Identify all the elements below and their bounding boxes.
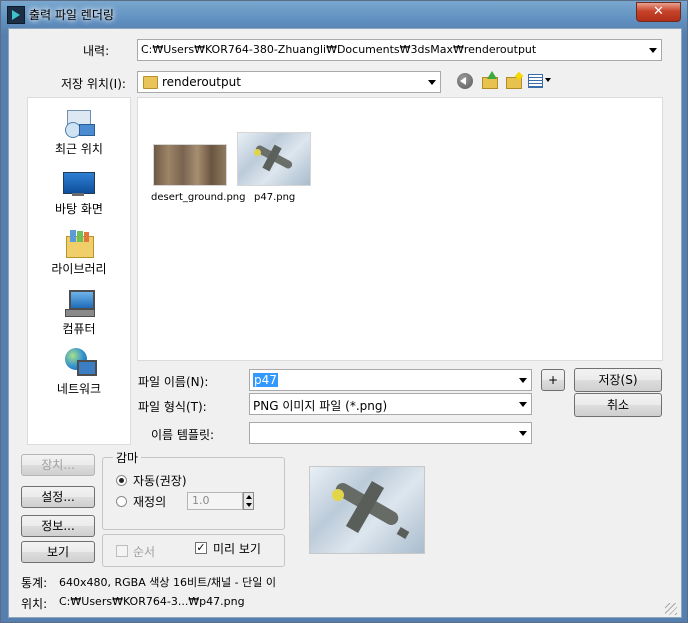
file-thumbnail — [237, 132, 311, 186]
history-combo[interactable]: C:₩Users₩KOR764-380-Zhuangli₩Documents₩3… — [137, 39, 662, 61]
filetype-value: PNG 이미지 파일 (*.png) — [253, 399, 388, 413]
chevron-down-icon — [519, 378, 527, 383]
place-desktop[interactable]: 바탕 화면 — [28, 164, 130, 222]
spin-up-icon[interactable] — [246, 495, 252, 499]
resize-grip[interactable] — [665, 603, 677, 615]
place-label: 라이브러리 — [51, 262, 107, 276]
gamma-title: 감마 — [113, 449, 142, 466]
spin-down-icon[interactable] — [246, 503, 252, 507]
file-item-desert[interactable]: desert_ground.png — [146, 130, 246, 214]
add-filename-button[interactable]: + — [541, 369, 565, 391]
place-label: 바탕 화면 — [55, 202, 103, 216]
chevron-down-icon — [428, 80, 436, 85]
filetype-label: 파일 형식(T): — [138, 400, 207, 414]
filename-input[interactable]: p47 — [253, 373, 278, 387]
network-icon — [63, 348, 97, 378]
file-thumbnail — [153, 144, 227, 186]
history-label: 내력: — [83, 44, 110, 58]
window-title: 출력 파일 렌더링 — [29, 8, 114, 22]
title-bar[interactable]: 출력 파일 렌더링 ✕ — [1, 1, 687, 27]
back-arrow-icon[interactable] — [457, 73, 473, 89]
save-in-label: 저장 위치(I): — [61, 77, 126, 91]
file-item-p47[interactable]: p47.png — [234, 130, 314, 214]
gamma-value: 1.0 — [192, 494, 210, 507]
template-label: 이름 템플릿: — [151, 428, 215, 442]
preview-label: 미리 보기 — [213, 542, 261, 556]
stats-value: 640x480, RGBA 색상 16비트/채널 - 단일 이 — [59, 576, 276, 589]
view-menu-icon[interactable] — [528, 73, 552, 89]
save-in-value: renderoutput — [162, 75, 241, 89]
app-icon — [7, 6, 25, 24]
filetype-combo[interactable]: PNG 이미지 파일 (*.png) — [249, 393, 532, 415]
gamma-auto-radio[interactable] — [116, 475, 127, 486]
save-button[interactable]: 저장(S) — [574, 368, 662, 392]
sequence-checkbox[interactable] — [116, 545, 128, 557]
filename-combo[interactable]: p47 — [249, 369, 532, 391]
save-in-combo[interactable]: renderoutput — [137, 71, 441, 93]
chevron-down-icon — [649, 48, 657, 53]
recent-places-icon — [63, 108, 95, 138]
dialog-window: 출력 파일 렌더링 ✕ 내력: C:₩Users₩KOR764-380-Zhua… — [0, 0, 688, 623]
place-network[interactable]: 네트워크 — [28, 344, 130, 402]
place-label: 네트워크 — [56, 382, 102, 396]
filename-label: 파일 이름(N): — [138, 375, 209, 389]
history-value: C:₩Users₩KOR764-380-Zhuangli₩Documents₩3… — [141, 43, 537, 56]
template-combo[interactable] — [249, 422, 532, 444]
setup-button[interactable]: 설정... — [21, 486, 95, 508]
close-button[interactable]: ✕ — [636, 2, 681, 22]
folder-icon — [143, 76, 158, 89]
gamma-override-label: 재정의 — [133, 495, 167, 509]
file-name: desert_ground.png — [151, 192, 246, 203]
dialog-client: 내력: C:₩Users₩KOR764-380-Zhuangli₩Documen… — [8, 28, 682, 618]
computer-icon — [63, 288, 95, 318]
chevron-down-icon — [519, 431, 527, 436]
file-name: p47.png — [254, 192, 296, 203]
gamma-value-field[interactable]: 1.0 — [187, 492, 243, 510]
stats-label: 통계: — [21, 576, 48, 590]
preview-checkbox[interactable]: ✓ — [195, 542, 207, 554]
location-label: 위치: — [21, 597, 48, 611]
cancel-button[interactable]: 취소 — [574, 393, 662, 417]
places-bar: 최근 위치 바탕 화면 라이브러리 컴퓨터 네트워크 — [27, 97, 131, 445]
location-value: C:₩Users₩KOR764-3...₩p47.png — [59, 595, 245, 608]
gamma-group: 감마 자동(권장) 재정의 1.0 — [102, 449, 285, 530]
place-recent[interactable]: 최근 위치 — [28, 104, 130, 162]
preview-image — [309, 466, 425, 554]
place-libraries[interactable]: 라이브러리 — [28, 224, 130, 282]
info-button[interactable]: 정보... — [21, 515, 95, 537]
options-group: 순서 ✓ 미리 보기 — [102, 534, 285, 567]
new-folder-icon[interactable] — [505, 71, 524, 89]
view-button[interactable]: 보기 — [21, 541, 95, 563]
gamma-auto-label: 자동(권장) — [133, 474, 187, 488]
libraries-icon — [63, 228, 95, 258]
gamma-spinner[interactable] — [243, 492, 254, 510]
place-label: 최근 위치 — [55, 142, 103, 156]
gamma-override-radio[interactable] — [116, 496, 127, 507]
desktop-icon — [63, 168, 95, 198]
up-folder-icon[interactable] — [481, 71, 499, 89]
file-list[interactable]: desert_ground.png p47.png — [137, 97, 663, 361]
devices-button[interactable]: 장치... — [21, 454, 95, 476]
sequence-label: 순서 — [133, 545, 156, 559]
place-computer[interactable]: 컴퓨터 — [28, 284, 130, 342]
chevron-down-icon — [519, 402, 527, 407]
place-label: 컴퓨터 — [62, 322, 96, 336]
